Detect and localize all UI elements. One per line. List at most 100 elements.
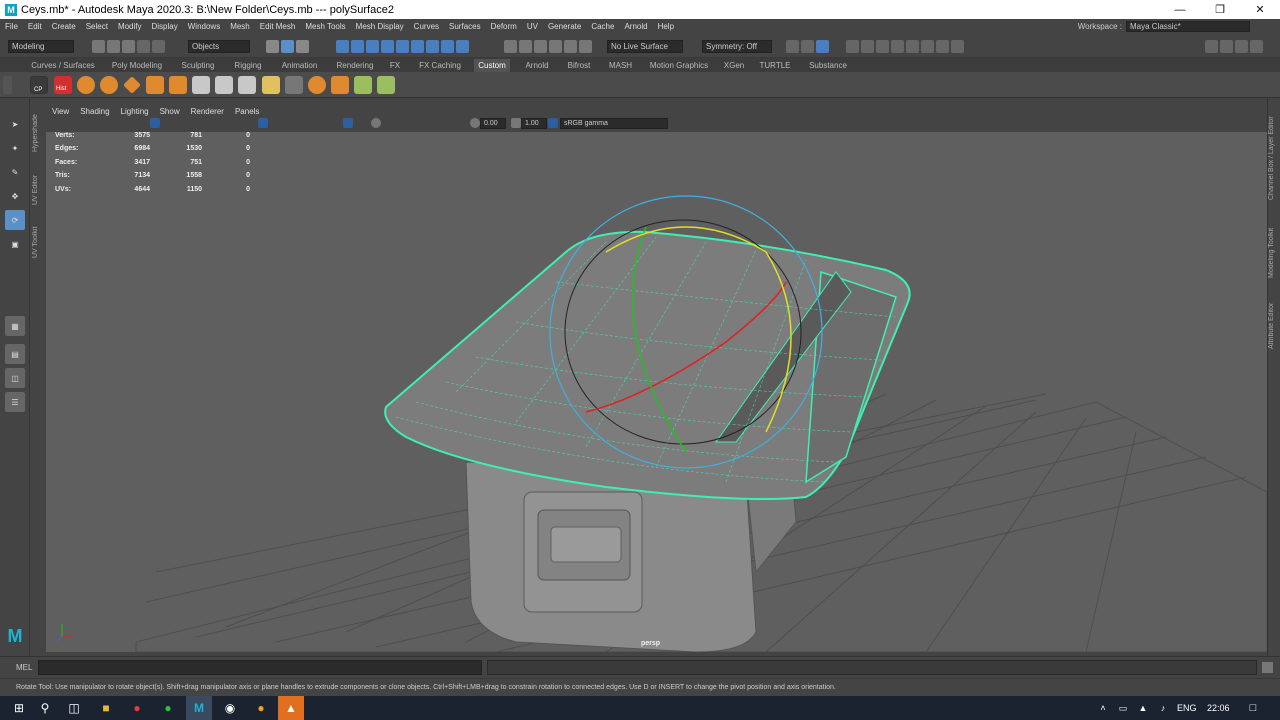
poly-prism-icon[interactable] [215,76,233,94]
shelf-tab-rendering[interactable]: Rendering [332,59,378,72]
four-view-icon[interactable]: ▤ [5,344,25,364]
modeling-toolkit-tab[interactable]: Modeling Toolkit [1268,220,1280,286]
isolate-select-icon[interactable] [343,118,353,128]
shelf-tab-mash[interactable]: MASH [604,59,637,72]
arnold-ipr-icon[interactable] [921,40,934,53]
shelf-tab-fx[interactable]: FX [388,59,402,72]
select-by-component-icon[interactable] [296,40,309,53]
menu-arnold[interactable]: Arnold [619,22,652,31]
poly-diamond-icon[interactable] [123,76,141,94]
menu-deform[interactable]: Deform [486,22,522,31]
render-view-icon[interactable] [786,40,799,53]
shelf-tab-fx-caching[interactable]: FX Caching [415,59,465,72]
shelf-menu-icon[interactable] [3,76,12,94]
clock[interactable]: 22:06 [1207,703,1230,713]
xray-icon[interactable] [371,118,381,128]
soft-select-icon[interactable] [549,40,562,53]
exposure-icon[interactable] [470,118,480,128]
menu-help[interactable]: Help [653,22,679,31]
colorspace-dropdown[interactable]: sRGB gamma [560,118,668,129]
menu-mesh-display[interactable]: Mesh Display [351,22,409,31]
paint-tool-icon[interactable] [262,76,280,94]
shelf-tab-motion-graphics[interactable]: Motion Graphics [645,59,713,72]
hypershade-icon[interactable] [861,40,874,53]
whatsapp-icon[interactable]: ● [155,696,181,720]
chrome-icon[interactable]: ● [124,696,150,720]
poly-cylinder-icon[interactable] [146,76,164,94]
menu-display[interactable]: Display [147,22,183,31]
volume-icon[interactable]: ♪ [1150,696,1176,720]
snap-toggle-icon[interactable] [456,40,469,53]
shelf-tab-custom[interactable]: Custom [474,59,510,72]
outliner-icon[interactable]: ☰ [5,392,25,412]
gamma-icon[interactable] [511,118,521,128]
poly-pipe-icon[interactable] [192,76,210,94]
grid-toggle-icon[interactable] [150,118,160,128]
light-editor-icon[interactable] [891,40,904,53]
reflect-icon[interactable] [564,40,577,53]
channel-box-icon[interactable] [1250,40,1263,53]
shelf-tab-turtle[interactable]: TURTLE [758,59,792,72]
maya-taskbar-icon[interactable]: M [186,696,212,720]
shelf-tab-substance[interactable]: Substance [803,59,853,72]
search-icon[interactable]: ⚲ [32,696,58,720]
scale-tool-icon[interactable]: ▣ [5,234,25,254]
exposure-field[interactable]: 0.00 [480,118,506,129]
menu-surfaces[interactable]: Surfaces [444,22,486,31]
shelf-tab-arnold[interactable]: Arnold [518,59,556,72]
menu-mesh[interactable]: Mesh [225,22,255,31]
shelf-tab-bifrost[interactable]: Bifrost [562,59,596,72]
select-by-object-icon[interactable] [281,40,294,53]
tweak-icon[interactable] [579,40,592,53]
attribute-editor-icon[interactable] [1220,40,1233,53]
pause-icon[interactable] [951,40,964,53]
extrude-icon[interactable] [331,76,349,94]
mode-dropdown[interactable]: Modeling [8,40,74,53]
cp-shelf-button[interactable]: CP [30,76,48,94]
two-view-icon[interactable]: ◫ [5,368,25,388]
snap-grid-icon[interactable] [336,40,349,53]
app-icon[interactable]: ◉ [217,696,243,720]
viewport-menu-panels[interactable]: Panels [235,107,259,116]
shelf-tab-animation[interactable]: Animation [277,59,322,72]
start-icon[interactable]: ⊞ [6,696,32,720]
bevel-icon[interactable] [377,76,395,94]
arnold-render-icon[interactable] [906,40,919,53]
uv-icon[interactable] [354,76,372,94]
menu-generate[interactable]: Generate [543,22,586,31]
viewport-persp[interactable]: Verts: 3575 781 0 Edges: 6984 1530 0 Faces: 3417 7… [46,132,1267,652]
gamma-field[interactable]: 1.00 [521,118,547,129]
uv-editor-tab[interactable]: UV Editor [32,170,44,210]
menu-file[interactable]: File [0,22,23,31]
app2-icon[interactable]: ▲ [278,696,304,720]
snap-surface-icon[interactable] [396,40,409,53]
single-view-icon[interactable]: ▦ [5,316,25,336]
shelf-tab-curves-surfaces[interactable]: Curves / Surfaces [30,59,96,72]
viewport-menu-lighting[interactable]: Lighting [121,107,149,116]
menu-select[interactable]: Select [81,22,113,31]
poly-torus-icon[interactable] [100,76,118,94]
workspace-dropdown[interactable]: Maya Classic* [1126,21,1250,32]
snap-pivot-icon[interactable] [426,40,439,53]
menu-curves[interactable]: Curves [409,22,444,31]
snap-live-icon[interactable] [411,40,424,53]
modeling-toolkit-icon[interactable] [1205,40,1218,53]
poly-cube-icon[interactable] [169,76,187,94]
save-scene-icon[interactable] [122,40,135,53]
undo-icon[interactable] [137,40,150,53]
live-surface-dropdown[interactable]: No Live Surface [607,40,683,53]
shelf-tab-rigging[interactable]: Rigging [229,59,267,72]
smooth-shade-icon[interactable] [258,118,268,128]
render-setup-icon[interactable] [876,40,889,53]
poly-helix-icon[interactable] [238,76,256,94]
task-view-icon[interactable]: ◫ [61,696,87,720]
open-scene-icon[interactable] [107,40,120,53]
script-editor-icon[interactable] [1262,662,1273,673]
uv-toolkit-tab[interactable]: UV Toolkit [32,222,44,262]
file-explorer-icon[interactable]: ■ [93,696,119,720]
move-tool-icon[interactable]: ✥ [5,186,25,206]
viewport-menu-view[interactable]: View [52,107,69,116]
input-language[interactable]: ENG [1177,703,1197,713]
color-management-icon[interactable] [548,118,558,128]
render-frame-icon[interactable] [801,40,814,53]
